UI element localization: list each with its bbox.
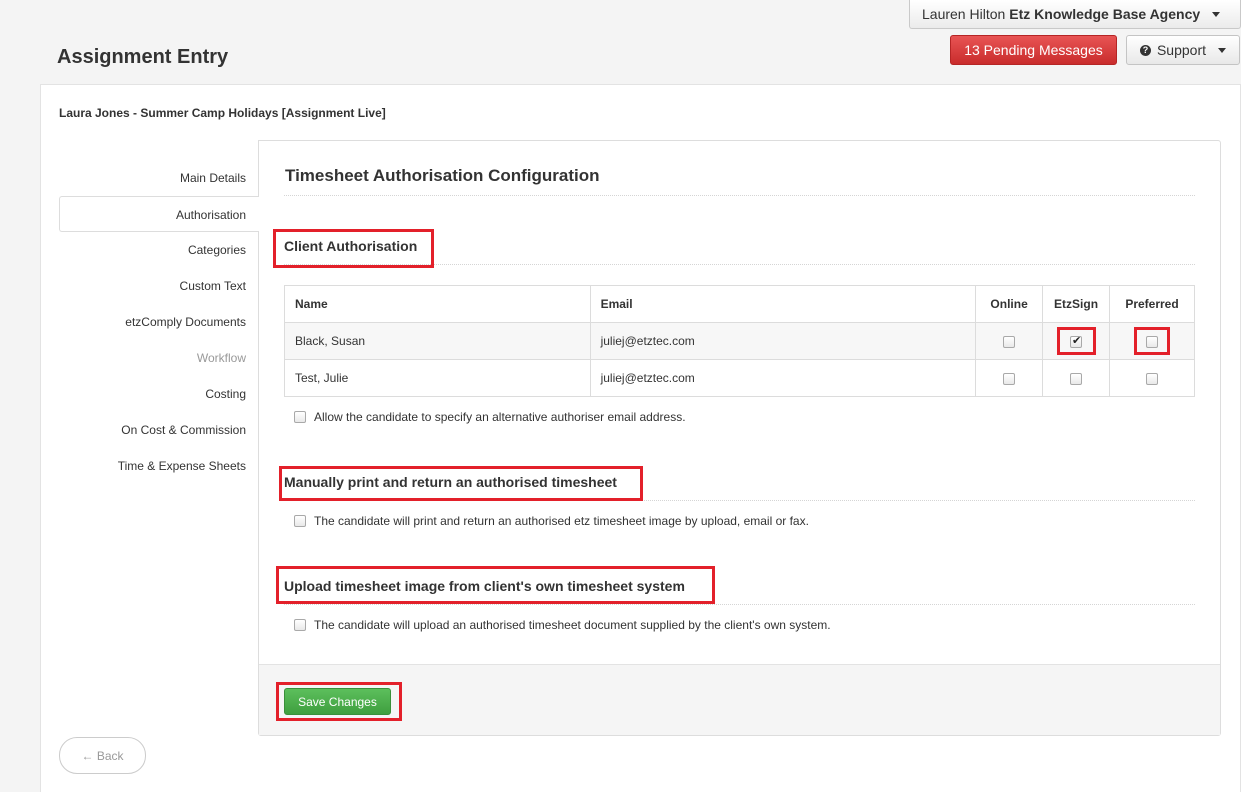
divider: [284, 195, 1195, 196]
client-authorisation-heading: Client Authorisation: [284, 238, 418, 254]
chevron-down-icon: [1212, 11, 1221, 17]
user-account-dropdown[interactable]: Lauren Hilton Etz Knowledge Base Agency: [909, 0, 1241, 29]
agency-name: Etz Knowledge Base Agency: [1009, 6, 1201, 22]
nav-item-on-cost-commission[interactable]: On Cost & Commission: [59, 412, 259, 448]
page-title: Assignment Entry: [57, 46, 229, 68]
upload-timesheet-option[interactable]: The candidate will upload an authorised …: [294, 618, 831, 632]
nav-item-main-details[interactable]: Main Details: [59, 160, 259, 196]
divider: [284, 500, 1195, 501]
nav-item-custom-text[interactable]: Custom Text: [59, 268, 259, 304]
etzsign-checkbox[interactable]: [1070, 334, 1083, 348]
column-header-preferred: Preferred: [1109, 285, 1195, 323]
alt-authoriser-email-checkbox[interactable]: [294, 411, 306, 423]
alt-authoriser-email-option[interactable]: Allow the candidate to specify an altern…: [294, 410, 686, 424]
etzsign-checkbox[interactable]: [1070, 372, 1083, 385]
column-header-online: Online: [975, 285, 1044, 323]
nav-item-workflow: Workflow: [196, 351, 246, 365]
upload-timesheet-heading: Upload timesheet image from client's own…: [284, 578, 685, 594]
nav-item-authorisation[interactable]: Authorisation: [59, 196, 259, 232]
nav-item-time-expense-sheets[interactable]: Time & Expense Sheets: [59, 448, 259, 484]
table-row: Black, Susan juliej@etztec.com: [284, 322, 1195, 360]
authoriser-name: Test, Julie: [284, 359, 591, 397]
manual-print-option[interactable]: The candidate will print and return an a…: [294, 514, 809, 528]
alt-authoriser-email-label: Allow the candidate to specify an altern…: [314, 410, 686, 424]
user-name: Lauren Hilton: [922, 6, 1006, 22]
column-header-etzsign: EtzSign: [1042, 285, 1111, 323]
authoriser-email: juliej@etztec.com: [589, 322, 977, 360]
back-button[interactable]: ← Back: [59, 737, 146, 774]
divider: [284, 264, 1195, 265]
upload-timesheet-label: The candidate will upload an authorised …: [314, 618, 831, 632]
authoriser-name: Black, Susan: [284, 322, 591, 360]
support-dropdown-button[interactable]: ? Support: [1126, 35, 1240, 65]
manual-print-label: The candidate will print and return an a…: [314, 514, 809, 528]
question-icon: ?: [1139, 44, 1151, 56]
preferred-checkbox[interactable]: [1146, 372, 1158, 385]
content-card: [258, 140, 1221, 736]
nav-item-categories[interactable]: Categories: [59, 232, 259, 268]
divider: [284, 604, 1195, 605]
manual-print-checkbox[interactable]: [294, 515, 306, 527]
table-header-row: Name Email Online EtzSign Preferred: [284, 285, 1195, 323]
nav-item-etzcomply-documents[interactable]: etzComply Documents: [59, 304, 259, 340]
online-checkbox[interactable]: [1003, 372, 1016, 385]
pending-messages-button[interactable]: 13 Pending Messages: [950, 35, 1117, 65]
manual-print-heading: Manually print and return an authorised …: [284, 474, 617, 490]
online-checkbox[interactable]: [1003, 335, 1016, 348]
support-label: Support: [1156, 42, 1207, 58]
content-footer: [259, 664, 1220, 735]
section-title: Timesheet Authorisation Configuration: [285, 166, 600, 185]
assignment-summary: Laura Jones - Summer Camp Holidays [Assi…: [59, 106, 386, 120]
authoriser-email: juliej@etztec.com: [589, 359, 977, 397]
nav-item-costing[interactable]: Costing: [59, 376, 259, 412]
column-header-name: Name: [284, 285, 591, 323]
authoriser-table: Name Email Online EtzSign Preferred Blac…: [284, 285, 1195, 397]
preferred-checkbox[interactable]: [1146, 335, 1158, 348]
chevron-down-icon: [1218, 47, 1227, 53]
save-changes-button[interactable]: Save Changes: [284, 688, 391, 715]
column-header-email: Email: [589, 285, 977, 323]
upload-timesheet-checkbox[interactable]: [294, 619, 306, 631]
table-row: Test, Julie juliej@etztec.com: [284, 359, 1195, 397]
